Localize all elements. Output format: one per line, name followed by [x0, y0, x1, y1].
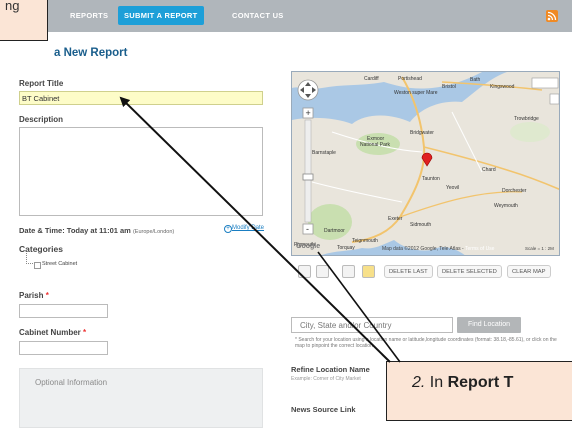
arrow-to-map [317, 251, 401, 363]
arrow-to-report-title [119, 96, 391, 363]
annotation-arrows [119, 96, 401, 363]
